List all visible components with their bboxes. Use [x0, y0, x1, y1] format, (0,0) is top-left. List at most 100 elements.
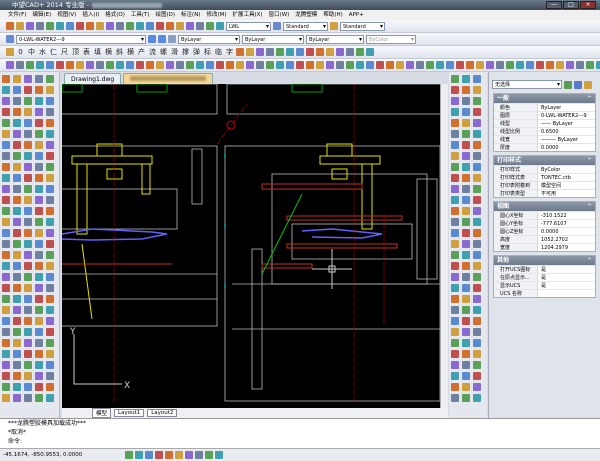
tool-icon[interactable]: [24, 196, 32, 204]
section-header[interactable]: 打印样式: [494, 156, 595, 165]
command-prompt[interactable]: 命令:: [8, 437, 600, 446]
tool-icon[interactable]: [2, 251, 10, 259]
tool-icon[interactable]: [2, 218, 10, 226]
property-value[interactable]: ByLayer: [538, 104, 561, 111]
property-value[interactable]: 0-LWL-WATER2---9: [538, 112, 587, 119]
dimstyle-combo[interactable]: LWL: [226, 21, 271, 31]
tool-icon[interactable]: [13, 185, 21, 193]
toolbar-button-icon[interactable]: [246, 48, 254, 56]
tool-icon[interactable]: [473, 207, 481, 215]
property-row[interactable]: 圆心X坐标 -310.1522: [494, 211, 595, 219]
property-value[interactable]: ——— ByLayer: [538, 136, 578, 143]
toolbar-button-icon[interactable]: [246, 61, 254, 69]
tool-icon[interactable]: [473, 273, 481, 281]
tool-icon[interactable]: [2, 75, 10, 83]
tool-icon[interactable]: [35, 262, 43, 270]
tool-icon[interactable]: [2, 394, 10, 402]
property-value[interactable]: TONTEC.ctb: [538, 174, 571, 181]
tool-icon[interactable]: [2, 130, 10, 138]
tool-icon[interactable]: [35, 251, 43, 259]
tool-icon[interactable]: [2, 306, 10, 314]
tool-icon[interactable]: [24, 394, 32, 402]
tool-icon[interactable]: [451, 295, 459, 303]
tool-icon[interactable]: [2, 339, 10, 347]
mold-tool-button[interactable]: 横: [126, 47, 135, 57]
tool-icon[interactable]: [13, 295, 21, 303]
mold-tool-button[interactable]: 尺: [60, 47, 69, 57]
mold-tool-button[interactable]: 弹: [192, 47, 201, 57]
tool-icon[interactable]: [35, 229, 43, 237]
tool-icon[interactable]: [46, 284, 54, 292]
property-row[interactable]: 厚度 0.0000: [494, 143, 595, 151]
toolbar-button-icon[interactable]: [46, 22, 54, 30]
tool-icon[interactable]: [473, 240, 481, 248]
tool-icon[interactable]: [24, 163, 32, 171]
tool-icon[interactable]: [473, 328, 481, 336]
tool-icon[interactable]: [35, 328, 43, 336]
tool-icon[interactable]: [451, 141, 459, 149]
tool-icon[interactable]: [451, 328, 459, 336]
tool-icon[interactable]: [473, 174, 481, 182]
toggle-pickadd-icon[interactable]: [564, 80, 572, 89]
layer-prev-icon[interactable]: [148, 35, 156, 43]
toolbar-button-icon[interactable]: [416, 61, 424, 69]
tool-icon[interactable]: [13, 152, 21, 160]
tool-icon[interactable]: [462, 229, 470, 237]
menu-item[interactable]: 龙腾塑模: [295, 12, 317, 18]
toolbar-button-icon[interactable]: [136, 22, 144, 30]
menu-item[interactable]: 窗口(W): [269, 12, 290, 18]
lineweight-combo[interactable]: ByLayer: [306, 34, 364, 44]
property-value[interactable]: -310.1522: [538, 212, 567, 219]
toolbar-button-icon[interactable]: [526, 61, 534, 69]
toolbar-button-icon[interactable]: [466, 61, 474, 69]
tool-icon[interactable]: [13, 251, 21, 259]
tool-icon[interactable]: [46, 273, 54, 281]
toolbar-button-icon[interactable]: [46, 61, 54, 69]
tool-icon[interactable]: [2, 152, 10, 160]
tool-icon[interactable]: [24, 372, 32, 380]
menu-item[interactable]: 视图(V): [57, 12, 76, 18]
toolbar-button-icon[interactable]: [36, 22, 44, 30]
tool-icon[interactable]: [24, 240, 32, 248]
section-header[interactable]: 视图: [494, 202, 595, 211]
tab-layout2[interactable]: Layout2: [147, 409, 178, 417]
tool-icon[interactable]: [46, 185, 54, 193]
toolbar-button-icon[interactable]: [546, 61, 554, 69]
tool-icon[interactable]: [462, 328, 470, 336]
status-toggle-icon[interactable]: [125, 451, 133, 459]
minimize-button[interactable]: —: [546, 1, 562, 9]
mold-tool-button[interactable]: 横: [104, 47, 113, 57]
toolbar-button-icon[interactable]: [96, 61, 104, 69]
tool-icon[interactable]: [451, 174, 459, 182]
toolbar-button-icon[interactable]: [536, 61, 544, 69]
tool-icon[interactable]: [13, 86, 21, 94]
tool-icon[interactable]: [473, 284, 481, 292]
tool-icon[interactable]: [24, 273, 32, 281]
tool-icon[interactable]: [24, 383, 32, 391]
toolbar-button-icon[interactable]: [106, 61, 114, 69]
tool-icon[interactable]: [24, 141, 32, 149]
toolbar-button-icon[interactable]: [76, 22, 84, 30]
tool-icon[interactable]: [35, 273, 43, 281]
toolbar-button-icon[interactable]: [516, 61, 524, 69]
toolbar-button-icon[interactable]: [236, 61, 244, 69]
tool-icon[interactable]: [462, 207, 470, 215]
mold-tool-button[interactable]: 表: [82, 47, 91, 57]
tool-icon[interactable]: [473, 350, 481, 358]
mold-tool-button[interactable]: 中: [27, 47, 36, 57]
menu-item[interactable]: 绘图(D): [156, 12, 176, 18]
tool-icon[interactable]: [35, 295, 43, 303]
tool-icon[interactable]: [451, 394, 459, 402]
toolbar-button-icon[interactable]: [196, 61, 204, 69]
status-toggle-icon[interactable]: [145, 451, 153, 459]
property-row[interactable]: 打印表类型 不可用: [494, 189, 595, 197]
tool-icon[interactable]: [46, 75, 54, 83]
toolbar-button-icon[interactable]: [36, 61, 44, 69]
tab-layout1[interactable]: Layout1: [114, 409, 145, 417]
toolbar-button-icon[interactable]: [76, 61, 84, 69]
tool-icon[interactable]: [473, 108, 481, 116]
tool-icon[interactable]: [35, 218, 43, 226]
status-toggle-icon[interactable]: [175, 451, 183, 459]
tool-icon[interactable]: [13, 383, 21, 391]
tool-icon[interactable]: [46, 130, 54, 138]
